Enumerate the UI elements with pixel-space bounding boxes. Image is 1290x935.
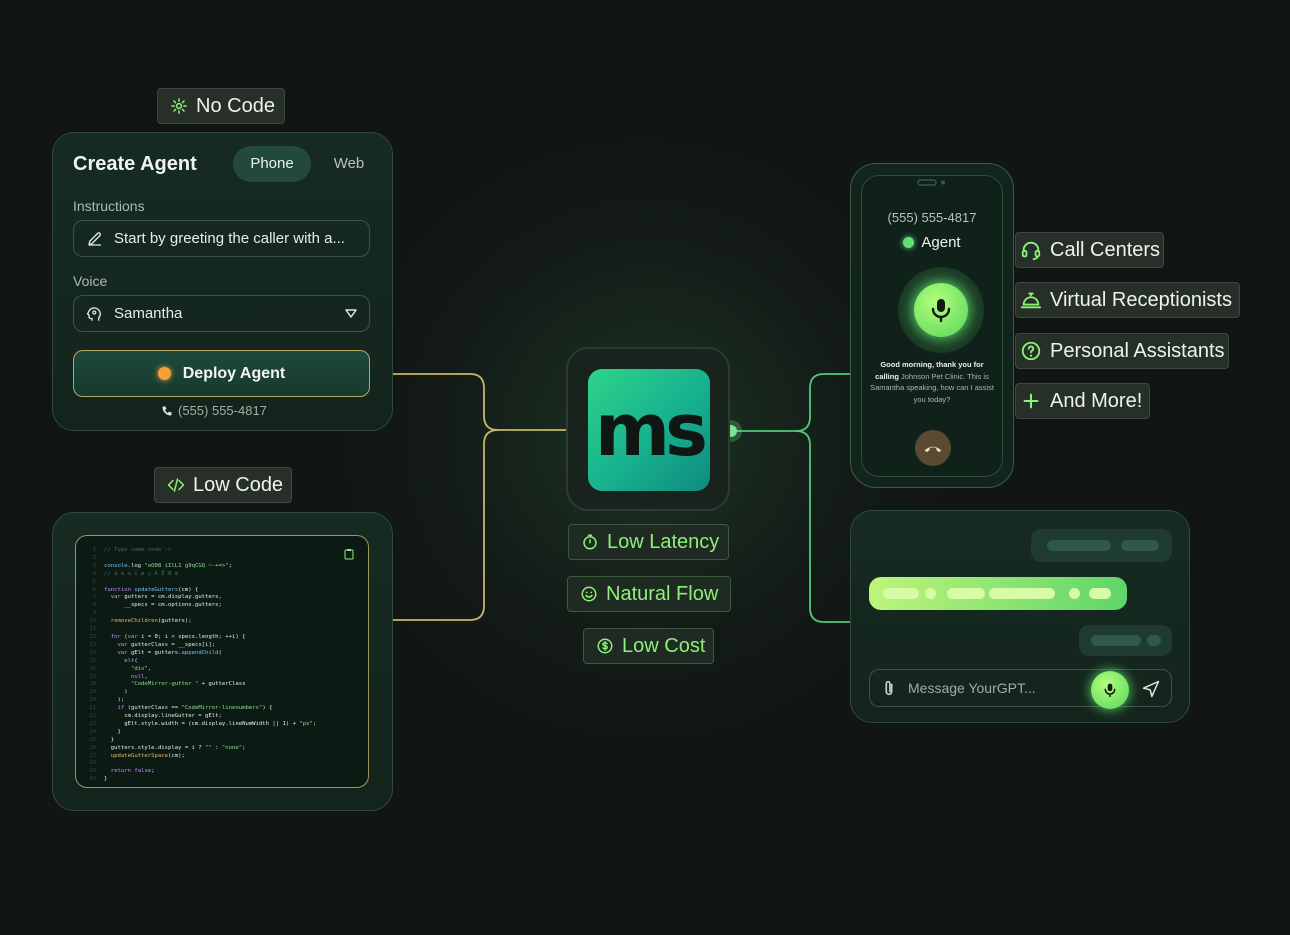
service-bell-icon (1020, 292, 1042, 309)
phone-notch (917, 179, 945, 186)
low-code-tag: Low Code (154, 467, 292, 503)
help-circle-icon (1021, 341, 1041, 361)
phone-mockup: (555) 555-4817 Agent Good morning, thank… (850, 163, 1014, 488)
voice-value: Samantha (114, 305, 183, 322)
online-dot-icon (903, 237, 915, 248)
code-icon (167, 478, 185, 492)
agent-status: Agent (862, 234, 1002, 251)
chat-mic-button[interactable] (1091, 671, 1129, 709)
send-icon[interactable] (1141, 679, 1161, 699)
feature-low-cost: Low Cost (583, 628, 714, 664)
phone-screen: (555) 555-4817 Agent Good morning, thank… (861, 175, 1003, 477)
logo-container: ms (566, 347, 730, 511)
caller-number: (555) 555-4817 (887, 210, 977, 225)
use-case-personal-assistants: Personal Assistants (1015, 333, 1229, 369)
create-agent-title: Create Agent (73, 153, 197, 175)
microphone-icon (931, 299, 951, 323)
instructions-value: Start by greeting the caller with a... (114, 230, 345, 247)
call-mic-button[interactable] (898, 267, 984, 353)
agent-transcript: Good morning, thank you for calling John… (870, 360, 994, 404)
message-bubble-outgoing (869, 577, 1127, 610)
smile-icon (581, 586, 597, 602)
stopwatch-icon (583, 534, 597, 550)
gear-icon (171, 98, 187, 114)
platform-tabs: Phone Web (233, 146, 383, 182)
use-case-virtual-receptionists: Virtual Receptionists (1015, 282, 1240, 318)
clipboard-icon (344, 549, 354, 560)
voice-select[interactable]: Samantha (73, 295, 370, 332)
feature-natural-flow: Natural Flow (567, 576, 731, 612)
feature-low-latency: Low Latency (568, 524, 729, 560)
tab-web[interactable]: Web (319, 146, 379, 182)
deployed-phone-number: (555) 555-4817 (161, 403, 267, 418)
message-bubble-incoming-short (1079, 625, 1172, 656)
instructions-label: Instructions (73, 198, 145, 214)
code-editor-card: 1// Type some code -> 2 3 console.log "oO… (52, 512, 393, 811)
plus-icon (1023, 393, 1039, 409)
pencil-icon (88, 231, 101, 246)
no-code-label: No Code (196, 94, 275, 117)
hang-up-button[interactable] (915, 430, 951, 466)
instructions-field[interactable]: Start by greeting the caller with a... (73, 220, 370, 257)
hang-up-icon (924, 446, 942, 453)
dollar-icon (597, 638, 613, 654)
voice-profile-icon (86, 306, 101, 321)
chevron-down-icon (345, 308, 357, 318)
voice-label: Voice (73, 273, 108, 289)
no-code-tag: No Code (157, 88, 285, 124)
create-agent-card: Create Agent Phone Web Instructions Star… (52, 132, 393, 431)
code-editor: 1// Type some code -> 2 3 console.log "oO… (75, 535, 369, 788)
low-code-label: Low Code (193, 473, 284, 496)
paperclip-icon (885, 680, 893, 696)
chat-widget-card: Message YourGPT... (850, 510, 1190, 723)
chat-placeholder: Message YourGPT... (908, 680, 1036, 696)
message-bubble-incoming (1031, 529, 1172, 562)
status-dot-icon (157, 367, 171, 380)
ms-logo: ms (588, 369, 710, 491)
use-case-call-centers: Call Centers (1015, 232, 1164, 268)
tab-phone[interactable]: Phone (233, 146, 311, 182)
deploy-agent-button[interactable]: Deploy Agent (73, 350, 370, 397)
deploy-agent-label: Deploy Agent (182, 364, 286, 382)
phone-icon (162, 406, 172, 415)
use-case-and-more: And More! (1015, 383, 1150, 419)
microphone-icon (1104, 683, 1116, 698)
headset-icon (1021, 241, 1041, 261)
